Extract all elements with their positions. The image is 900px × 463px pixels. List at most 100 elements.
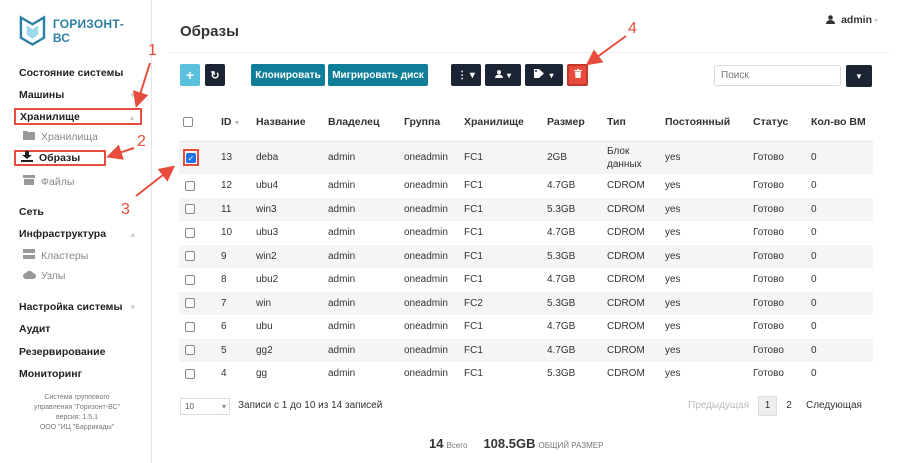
row-checkbox[interactable] [185,368,195,379]
page-size-value: 10 [185,402,194,411]
total-count-label: Всего [446,441,468,450]
total-size: 108.5GB [483,436,536,451]
persistent-cell: yes [661,338,749,362]
table-row[interactable]: 4 gg admin oneadmin FC1 5.3GB CDROM yes Готово 0 [179,362,873,386]
user-menu[interactable]: admin ▾ [826,14,878,26]
page-title: Образы [180,23,239,40]
search-input[interactable] [714,65,841,86]
sidebar-item-hosts[interactable]: Узлы [22,270,65,282]
ownership-button[interactable]: ▾ [485,64,521,86]
status-cell: Готово [753,321,784,333]
delete-button[interactable] [567,64,588,86]
row-checkbox[interactable] [185,204,195,215]
sidebar-item-images[interactable]: Образы [14,150,106,166]
previous-page-button[interactable]: Предыдущая [688,400,749,411]
total-count: 14 [429,436,444,451]
table-row[interactable]: 9 win2 admin oneadmin FC1 5.3GB CDROM yes Готово… [179,244,873,268]
row-checkbox[interactable] [185,274,195,285]
datastore-cell: FC1 [460,244,543,268]
pagination-info: Записи с 1 до 10 из 14 записей [238,400,383,411]
table-row[interactable]: 5 gg2 admin oneadmin FC1 4.7GB CDROM yes Готово 0 [179,338,873,362]
sidebar-item-files[interactable]: Файлы [22,175,74,188]
column-header[interactable]: Постоянный [661,103,749,142]
more-actions-button[interactable]: ⋮ ▾ [451,64,481,86]
table-row[interactable]: 11 win3 admin oneadmin FC1 5.3GB CDROM yes Готов… [179,197,873,221]
row-checkbox[interactable] [185,251,195,262]
sidebar-item-infrastructure[interactable]: Инфраструктура [19,228,106,240]
sidebar-item-backup[interactable]: Резервирование [19,346,105,358]
column-header[interactable]: Кол-во ВМ [807,103,873,142]
owner-cell: admin [324,197,400,221]
column-header[interactable]: Размер [543,103,603,142]
group-cell: oneadmin [400,244,460,268]
sidebar-item-label: Образы [39,152,81,164]
id-cell: 4 [221,368,227,380]
table-row[interactable]: 10 ubu3 admin oneadmin FC1 4.7GB CDROM yes Готов… [179,221,873,245]
select-all-checkbox[interactable] [183,116,193,127]
search-options-button[interactable]: ▼ [846,65,872,87]
sidebar-item-clusters[interactable]: Кластеры [22,249,88,262]
checkbox-wrapper [183,225,197,240]
refresh-button[interactable]: ↻ [205,64,225,86]
datastore-cell: FC1 [460,141,543,174]
status-cell: Готово [749,338,807,362]
column-header[interactable]: Группа [400,103,460,142]
clone-button[interactable]: Клонировать [251,64,325,86]
sidebar-item-storage[interactable]: Хранилище ▴ [14,108,142,125]
sidebar-item-machines[interactable]: Машины [19,89,64,101]
create-button[interactable]: + [180,64,200,86]
checkbox-wrapper [183,343,197,358]
datastore-cell: FC1 [464,321,483,333]
sidebar-item-system-settings[interactable]: Настройка системы [19,301,122,313]
sidebar-item-system-status[interactable]: Состояние системы [19,67,123,79]
checkbox-wrapper [183,319,197,334]
chevron-up-icon: ▴ [130,229,135,239]
group-cell: oneadmin [400,197,460,221]
row-checkbox[interactable] [185,298,195,309]
table-row[interactable]: 6 ubu admin oneadmin FC1 4.7GB CDROM yes Готово 0 [179,315,873,339]
vertical-dots-icon: ⋮ ▾ [457,69,475,81]
row-checkbox[interactable] [185,345,195,356]
page-2-button[interactable]: 2 [781,396,797,416]
column-header[interactable]: Хранилище [460,103,543,142]
sidebar-item-label: Кластеры [41,249,89,262]
vms-cell: 0 [807,141,873,174]
row-select-cell [179,197,217,221]
migrate-disk-button[interactable]: Мигрировать диск [328,64,428,86]
images-table: ID ▼ Название Владелец Группа Хранилище Р… [179,103,873,386]
row-checkbox[interactable] [185,321,195,332]
row-checkbox[interactable] [185,180,195,191]
page-1-button[interactable]: 1 [758,396,777,416]
column-header[interactable]: Тип [603,103,661,142]
column-header[interactable]: Название [252,103,324,142]
sidebar-item-network[interactable]: Сеть [19,206,44,218]
annotation-3: 3 [121,201,130,218]
table-row[interactable]: 7 win admin oneadmin FC2 5.3GB CDROM yes Готово 0 [179,291,873,315]
column-header[interactable]: ID ▼ [217,103,252,142]
sidebar-item-label: Узлы [41,270,66,282]
chevron-down-icon: ▾ [130,302,135,312]
sidebar-item-monitoring[interactable]: Мониторинг [19,368,82,380]
sidebar-item-datastores[interactable]: Хранилища [22,130,98,143]
size-cell: 5.3GB [543,244,603,268]
chevron-down-icon: ▼ [855,71,863,81]
type-cell: CDROM [603,291,661,315]
page-size-select[interactable]: 10 ▾ [180,398,230,415]
table-row[interactable]: ✓ 13 deba admin oneadmin FC1 2GB Блок данных yes… [179,141,873,174]
column-label: Статус [753,115,789,128]
row-select-cell [179,362,217,386]
vms-cell: 0 [807,197,873,221]
owner-cell: admin [328,368,356,380]
next-page-button[interactable]: Следующая [806,400,862,411]
table-row[interactable]: 8 ubu2 admin oneadmin FC1 4.7GB CDROM yes Готово… [179,268,873,292]
footer-line: управления "Горизонт-ВС" [33,404,121,411]
row-checkbox[interactable]: ✓ [186,152,196,163]
table-row[interactable]: 12 ubu4 admin oneadmin FC1 4.7GB CDROM yes Готов… [179,174,873,198]
column-header[interactable]: Статус [749,103,807,142]
chevron-down-icon: ▾ [506,70,511,80]
name-cell: ubu3 [256,227,279,239]
labels-button[interactable]: ▾ [525,64,563,86]
column-header[interactable]: Владелец [324,103,400,142]
row-checkbox[interactable] [185,227,195,238]
sidebar-item-audit[interactable]: Аудит [19,323,50,335]
